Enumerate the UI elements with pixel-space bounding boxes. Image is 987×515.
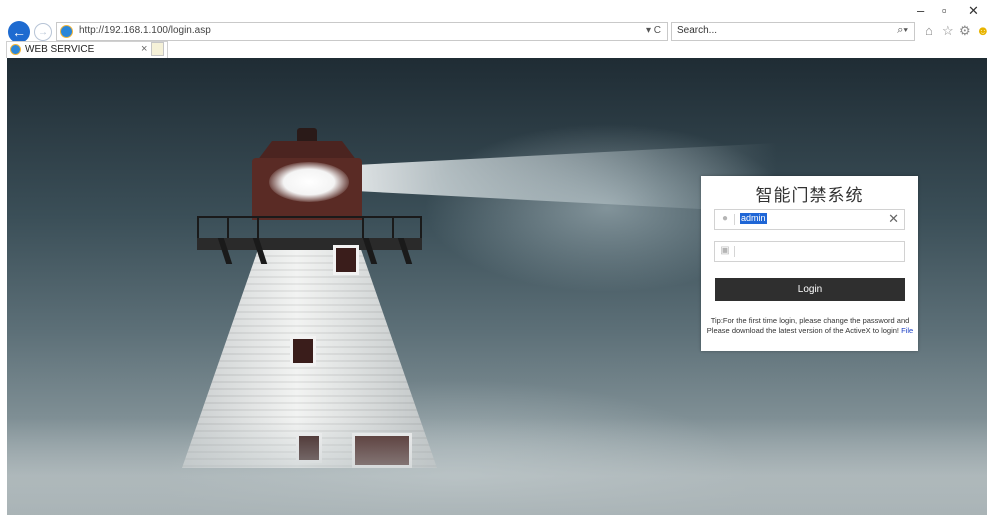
settings-gear-icon[interactable]: ⚙ — [959, 23, 971, 39]
login-button[interactable]: Login — [715, 278, 905, 301]
close-window-button[interactable]: ✕ — [968, 3, 979, 19]
lighthouse-cap — [297, 128, 317, 142]
username-field[interactable]: ● admin ✕ — [714, 209, 905, 230]
lighthouse-window — [333, 245, 359, 275]
home-icon[interactable]: ⌂ — [925, 23, 933, 38]
fog-layer — [7, 418, 987, 515]
forward-arrow-icon[interactable]: → — [34, 23, 52, 41]
search-box[interactable]: Search... ⌕▾ — [671, 22, 915, 41]
tip-line-2-text: Please download the latest version of th… — [706, 326, 899, 335]
lighthouse-light — [269, 162, 349, 202]
address-bar[interactable]: http://192.168.1.100/login.asp ▾ C — [56, 22, 668, 41]
ie-page-icon — [60, 25, 73, 38]
clear-icon[interactable]: ✕ — [888, 211, 899, 227]
user-icon: ● — [721, 213, 729, 224]
lock-icon: ▣ — [720, 245, 730, 256]
smiley-feedback-icon[interactable]: ☻ — [976, 23, 987, 38]
tip-line-2: Please download the latest version of th… — [703, 326, 917, 336]
login-tip: Tip:For the first time login, please cha… — [703, 316, 917, 336]
search-input[interactable]: Search... — [677, 25, 717, 36]
activex-file-link[interactable]: File — [901, 326, 913, 335]
address-url[interactable]: http://192.168.1.100/login.asp — [79, 25, 211, 36]
password-field[interactable]: ▣ — [714, 241, 905, 262]
tab-web-service[interactable]: WEB SERVICE × — [6, 41, 168, 58]
system-title: 智能门禁系统 — [755, 186, 864, 206]
username-input[interactable]: admin — [740, 213, 767, 224]
back-arrow-icon[interactable]: ← — [8, 21, 30, 43]
refresh-icon[interactable]: ▾ C — [646, 25, 661, 36]
field-divider — [734, 246, 735, 257]
minimize-button[interactable]: – — [917, 3, 924, 18]
restore-button[interactable]: ▫ — [942, 3, 947, 18]
lighthouse-deck — [197, 238, 422, 250]
tab-title: WEB SERVICE — [25, 44, 95, 55]
favorites-star-icon[interactable]: ☆ — [942, 23, 954, 39]
lighthouse-window — [290, 336, 316, 366]
ie-tab-icon — [10, 44, 21, 55]
field-divider — [734, 214, 735, 225]
browser-chrome: – ▫ ✕ ← → http://192.168.1.100/login.asp… — [0, 0, 987, 58]
search-icon[interactable]: ⌕▾ — [897, 24, 908, 37]
tip-line-1: Tip:For the first time login, please cha… — [710, 316, 910, 325]
new-tab-button[interactable] — [151, 42, 164, 56]
tab-close-icon[interactable]: × — [141, 43, 147, 55]
